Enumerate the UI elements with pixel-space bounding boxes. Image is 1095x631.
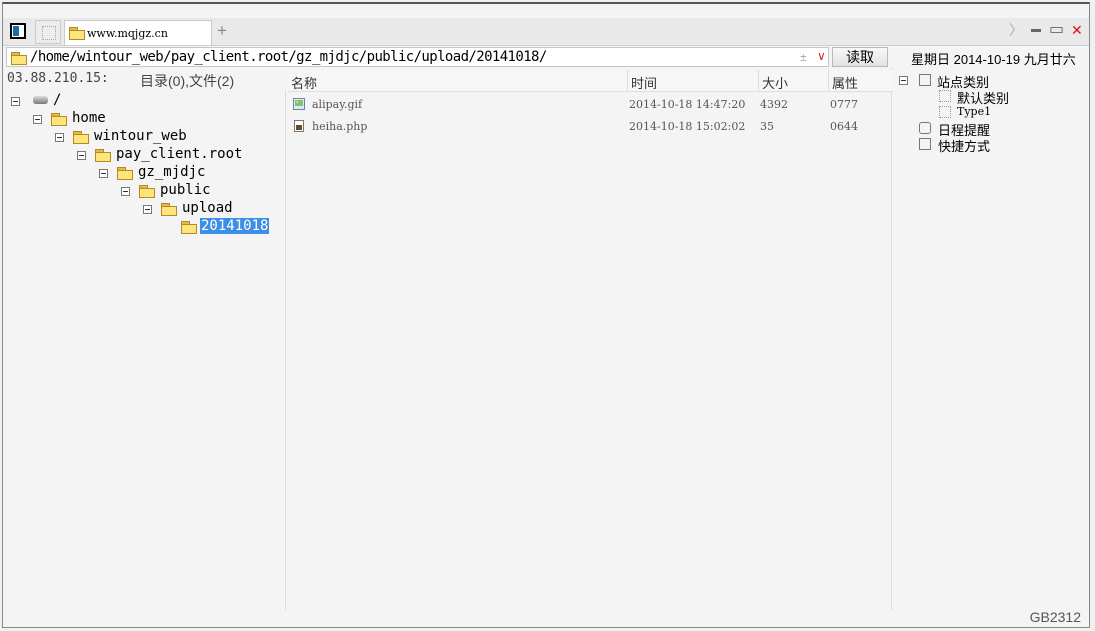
file-row[interactable]: alipay.gif 2014-10-18 14:47:20 4392 0777 xyxy=(288,95,893,115)
chevron-down-icon[interactable]: ∨ xyxy=(817,49,826,63)
column-header-name[interactable]: 名称 xyxy=(291,73,317,92)
file-size: 4392 xyxy=(760,98,788,111)
tab-title: www.mqjgz.cn xyxy=(87,27,168,40)
read-button[interactable]: 读取 xyxy=(832,47,888,67)
file-attr: 0644 xyxy=(830,120,858,133)
folder-icon xyxy=(73,131,89,144)
dotted-box-icon xyxy=(939,106,951,118)
dir-file-count: 目录(0),文件(2) xyxy=(140,73,235,89)
column-header-time[interactable]: 时间 xyxy=(631,73,657,92)
collapse-icon[interactable] xyxy=(121,187,130,196)
tab-bar: www.mqjgz.cn + 〉 ▬ ▭ ✕ xyxy=(3,18,1089,46)
collapse-icon[interactable] xyxy=(33,115,42,124)
chevron-right-icon[interactable]: 〉 xyxy=(1009,21,1023,39)
php-file-icon xyxy=(294,120,304,132)
file-list-header: 名称 时间 大小 属性 xyxy=(288,70,893,92)
file-name: alipay.gif xyxy=(312,98,363,111)
plus-minus-icon[interactable]: ± xyxy=(800,50,807,64)
file-time: 2014-10-18 14:47:20 xyxy=(629,98,746,111)
server-ip: 03.88.210.15: xyxy=(7,71,109,86)
tab-site[interactable]: www.mqjgz.cn xyxy=(64,20,212,45)
collapse-icon[interactable] xyxy=(143,205,152,214)
app-window: www.mqjgz.cn + 〉 ▬ ▭ ✕ /home/wintour_web… xyxy=(2,2,1090,628)
encoding-status[interactable]: GB2312 xyxy=(1030,609,1081,625)
folder-icon xyxy=(51,113,67,126)
file-time: 2014-10-18 15:02:02 xyxy=(629,120,746,133)
collapse-icon[interactable] xyxy=(55,133,64,142)
collapse-icon[interactable] xyxy=(899,76,908,85)
address-bar[interactable]: /home/wintour_web/pay_client.root/gz_mjd… xyxy=(6,47,829,67)
close-button[interactable]: ✕ xyxy=(1071,21,1083,39)
new-tab-button[interactable]: + xyxy=(217,21,227,41)
folder-icon xyxy=(95,149,111,162)
divider xyxy=(285,90,286,610)
tab-blank[interactable] xyxy=(35,20,61,44)
collapse-icon[interactable] xyxy=(99,169,108,178)
divider xyxy=(891,68,892,610)
maximize-button[interactable]: ▭ xyxy=(1049,21,1064,39)
folder-icon xyxy=(11,52,27,65)
folder-icon xyxy=(117,167,133,180)
shortcut-icon xyxy=(919,138,931,150)
folder-icon xyxy=(139,185,155,198)
path-input[interactable]: /home/wintour_web/pay_client.root/gz_mjd… xyxy=(30,49,547,65)
file-row[interactable]: heiha.php 2014-10-18 15:02:02 35 0644 xyxy=(288,117,893,137)
clock-icon xyxy=(919,122,931,134)
folder-open-icon xyxy=(181,221,197,234)
file-attr: 0777 xyxy=(830,98,858,111)
category-icon xyxy=(919,74,931,86)
file-size: 35 xyxy=(760,120,774,133)
file-name: heiha.php xyxy=(312,120,368,133)
collapse-icon[interactable] xyxy=(77,151,86,160)
minimize-button[interactable]: ▬ xyxy=(1031,21,1041,39)
image-file-icon xyxy=(293,98,305,110)
collapse-icon[interactable] xyxy=(11,97,20,106)
column-header-attr[interactable]: 属性 xyxy=(832,73,858,92)
dotted-box-icon xyxy=(939,90,951,102)
date-display: 星期日 2014-10-19 九月廿六 xyxy=(911,52,1076,67)
panel-toggle-icon[interactable] xyxy=(10,23,26,39)
drive-icon xyxy=(33,96,48,104)
folder-icon xyxy=(161,203,177,216)
column-header-size[interactable]: 大小 xyxy=(762,73,788,92)
folder-icon xyxy=(69,27,85,40)
